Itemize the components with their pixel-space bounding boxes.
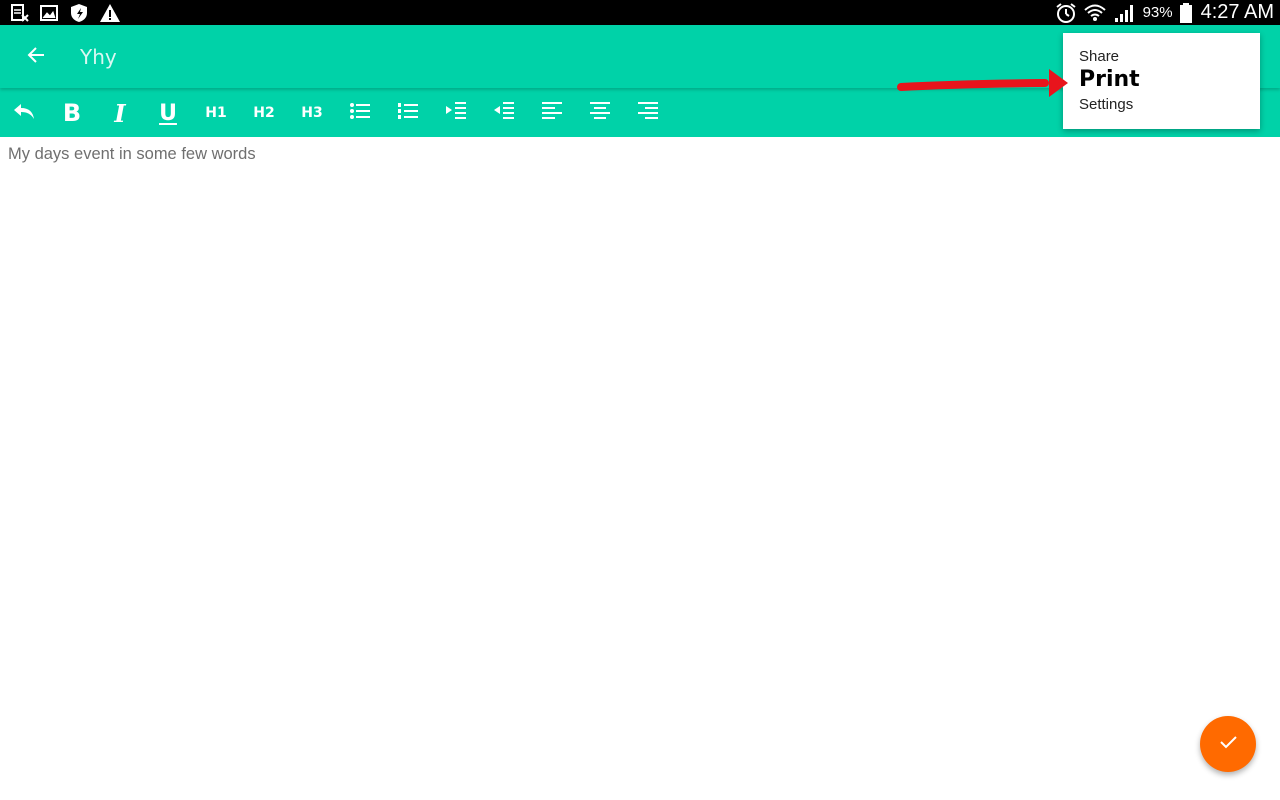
align-center-button[interactable] xyxy=(582,95,618,131)
alarm-icon xyxy=(1055,2,1077,24)
menu-item-settings[interactable]: Settings xyxy=(1079,96,1133,113)
align-left-icon xyxy=(541,101,563,125)
arrow-back-icon xyxy=(26,45,46,69)
align-right-button[interactable] xyxy=(630,95,666,131)
overflow-menu: Share Print Settings xyxy=(1063,33,1260,129)
h1-label: H1 xyxy=(205,105,227,121)
numbered-list-button[interactable] xyxy=(390,95,426,131)
outdent-icon xyxy=(493,101,515,125)
note-title[interactable]: Yhy xyxy=(80,45,117,69)
italic-button[interactable]: I xyxy=(102,95,138,131)
underline-button[interactable]: U xyxy=(150,95,186,131)
outdent-button[interactable] xyxy=(486,95,522,131)
shield-update-icon xyxy=(68,2,90,24)
h2-button[interactable]: H2 xyxy=(246,95,282,131)
note-editor[interactable]: My days event in some few words xyxy=(8,145,1268,164)
menu-item-print[interactable]: Print xyxy=(1079,67,1140,92)
h2-label: H2 xyxy=(253,105,275,121)
status-bar-notifications xyxy=(10,0,121,25)
align-center-icon xyxy=(589,101,611,125)
battery-icon xyxy=(1179,2,1193,24)
warning-icon xyxy=(99,2,121,24)
numbered-list-icon xyxy=(397,101,419,125)
back-button[interactable] xyxy=(18,39,54,75)
status-bar: 93% 4:27 AM xyxy=(0,0,1280,25)
undo-button[interactable] xyxy=(6,95,42,131)
h3-label: H3 xyxy=(301,105,323,121)
undo-icon xyxy=(11,99,37,127)
align-left-button[interactable] xyxy=(534,95,570,131)
italic-label: I xyxy=(114,98,126,128)
indent-button[interactable] xyxy=(438,95,474,131)
menu-item-share[interactable]: Share xyxy=(1079,48,1119,65)
underline-label: U xyxy=(159,100,177,126)
bulleted-list-icon xyxy=(349,101,371,125)
bold-label: B xyxy=(62,99,82,127)
save-fab-button[interactable] xyxy=(1200,716,1256,772)
bulleted-list-button[interactable] xyxy=(342,95,378,131)
image-icon xyxy=(39,2,59,24)
bold-button[interactable]: B xyxy=(54,95,90,131)
editor-text: My days event in some few words xyxy=(8,145,256,163)
signal-icon xyxy=(1113,2,1137,24)
battery-percent: 93% xyxy=(1142,4,1173,21)
wifi-icon xyxy=(1083,2,1107,24)
annotation-arrow-icon xyxy=(895,66,1070,102)
spreadsheet-x-icon xyxy=(10,2,30,24)
status-bar-system: 93% 4:27 AM xyxy=(1055,0,1274,25)
align-right-icon xyxy=(637,101,659,125)
h1-button[interactable]: H1 xyxy=(198,95,234,131)
check-icon xyxy=(1217,731,1239,757)
h3-button[interactable]: H3 xyxy=(294,95,330,131)
status-time: 4:27 AM xyxy=(1200,1,1274,23)
indent-icon xyxy=(445,101,467,125)
